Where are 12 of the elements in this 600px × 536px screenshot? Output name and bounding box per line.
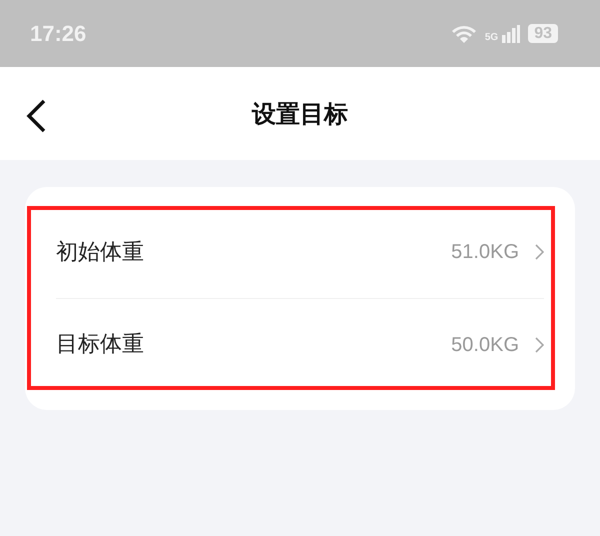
setting-row[interactable]: 目标体重 50.0KG (56, 298, 544, 390)
page-title: 设置目标 (252, 98, 348, 130)
setting-label: 目标体重 (56, 331, 144, 359)
setting-label: 初始体重 (56, 238, 144, 266)
chevron-right-icon (535, 244, 544, 260)
setting-row[interactable]: 初始体重 51.0KG (56, 206, 544, 298)
setting-value: 50.0KG (451, 332, 519, 358)
chevron-right-icon (535, 336, 544, 352)
back-button[interactable] (24, 99, 48, 133)
wifi-icon (450, 24, 477, 44)
signal-icon (502, 24, 520, 42)
setting-value: 51.0KG (451, 240, 519, 265)
